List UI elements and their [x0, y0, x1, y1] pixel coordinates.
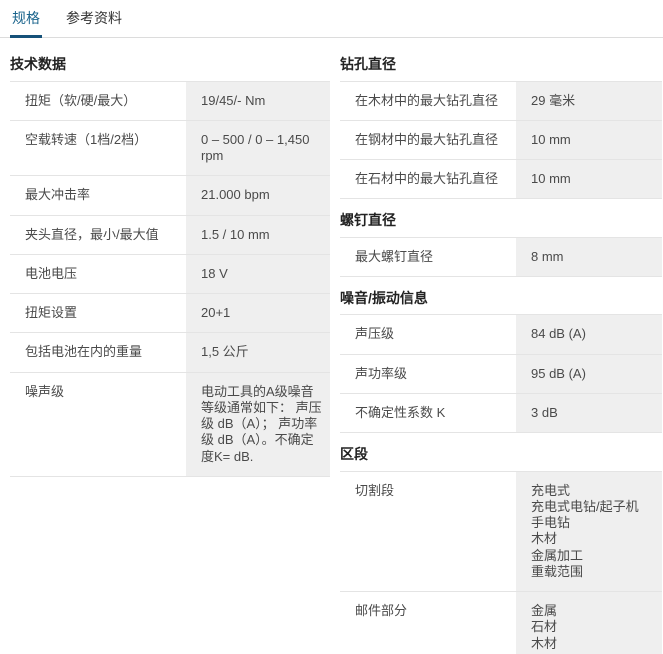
section-title: 钻孔直径: [340, 57, 662, 72]
spec-label: 噪声级: [10, 373, 186, 476]
spec-value: 19/45/- Nm: [186, 82, 330, 120]
section-title: 噪音/振动信息: [340, 291, 662, 306]
spec-value: 电动工具的A级噪音等级通常如下： 声压级 dB（A）； 声功率级 dB（A）。不…: [186, 373, 330, 476]
spec-value: 18 V: [186, 255, 330, 293]
spec-value-line: 金属加工: [531, 548, 654, 564]
spec-label: 邮件部分: [340, 592, 516, 654]
spec-label: 在石材中的最大钻孔直径: [340, 160, 516, 198]
spec-label: 在木材中的最大钻孔直径: [340, 82, 516, 120]
spec-value: 10 mm: [516, 160, 662, 198]
spec-value-line: 金属: [531, 603, 654, 619]
table-row: 声压级84 dB (A): [340, 314, 662, 353]
spec-value: 8 mm: [516, 238, 662, 276]
right-column: 钻孔直径在木材中的最大钻孔直径29 毫米在钢材中的最大钻孔直径10 mm在石材中…: [340, 57, 662, 654]
spec-content: 技术数据扭矩（软/硬/最大）19/45/- Nm空载转速（1档/2档）0 – 5…: [0, 38, 663, 654]
spec-value-line: 充电式电钻/起子机: [531, 499, 654, 515]
spec-label: 在钢材中的最大钻孔直径: [340, 121, 516, 159]
spec-label: 最大螺钉直径: [340, 238, 516, 276]
tab-bar: 规格参考资料: [0, 0, 663, 38]
spec-section: 噪音/振动信息声压级84 dB (A)声功率级95 dB (A)不确定性系数 K…: [340, 291, 662, 433]
spec-value-line: 手电钻: [531, 515, 654, 531]
spec-label: 声功率级: [340, 355, 516, 393]
table-row: 最大冲击率21.000 bpm: [10, 175, 330, 214]
spec-label: 空载转速（1档/2档）: [10, 121, 186, 176]
spec-value: 金属石材木材: [516, 592, 662, 654]
table-row: 在木材中的最大钻孔直径29 毫米: [340, 81, 662, 120]
spec-table: 切割段充电式充电式电钻/起子机手电钻木材金属加工重载范围邮件部分金属石材木材: [340, 471, 662, 654]
spec-value: 3 dB: [516, 394, 662, 432]
table-row: 空载转速（1档/2档）0 – 500 / 0 – 1,450 rpm: [10, 120, 330, 176]
spec-page: 规格参考资料 技术数据扭矩（软/硬/最大）19/45/- Nm空载转速（1档/2…: [0, 0, 663, 654]
table-row: 声功率级95 dB (A): [340, 354, 662, 393]
spec-value-line: 重载范围: [531, 564, 654, 580]
spec-table: 最大螺钉直径8 mm: [340, 237, 662, 277]
spec-label: 夹头直径，最小/最大值: [10, 216, 186, 254]
spec-label: 切割段: [340, 472, 516, 592]
table-row: 包括电池在内的重量1,5 公斤: [10, 332, 330, 371]
spec-table: 声压级84 dB (A)声功率级95 dB (A)不确定性系数 K3 dB: [340, 314, 662, 433]
spec-section: 区段切割段充电式充电式电钻/起子机手电钻木材金属加工重载范围邮件部分金属石材木材: [340, 447, 662, 654]
spec-value-line: 充电式: [531, 483, 654, 499]
section-title: 区段: [340, 447, 662, 462]
table-row: 在钢材中的最大钻孔直径10 mm: [340, 120, 662, 159]
spec-value: 29 毫米: [516, 82, 662, 120]
tab-specifications[interactable]: 规格: [10, 9, 42, 38]
spec-value: 21.000 bpm: [186, 176, 330, 214]
table-row: 电池电压18 V: [10, 254, 330, 293]
spec-label: 最大冲击率: [10, 176, 186, 214]
table-row: 在石材中的最大钻孔直径10 mm: [340, 159, 662, 198]
spec-section: 技术数据扭矩（软/硬/最大）19/45/- Nm空载转速（1档/2档）0 – 5…: [10, 57, 330, 477]
spec-label: 不确定性系数 K: [340, 394, 516, 432]
spec-table: 扭矩（软/硬/最大）19/45/- Nm空载转速（1档/2档）0 – 500 /…: [10, 81, 330, 477]
table-row: 噪声级电动工具的A级噪音等级通常如下： 声压级 dB（A）； 声功率级 dB（A…: [10, 372, 330, 476]
spec-value: 充电式充电式电钻/起子机手电钻木材金属加工重载范围: [516, 472, 662, 592]
table-row: 扭矩（软/硬/最大）19/45/- Nm: [10, 81, 330, 120]
spec-value-line: 木材: [531, 636, 654, 652]
table-row: 扭矩设置20+1: [10, 293, 330, 332]
left-column: 技术数据扭矩（软/硬/最大）19/45/- Nm空载转速（1档/2档）0 – 5…: [10, 57, 330, 654]
spec-value-line: 木材: [531, 531, 654, 547]
spec-value: 1.5 / 10 mm: [186, 216, 330, 254]
spec-table: 在木材中的最大钻孔直径29 毫米在钢材中的最大钻孔直径10 mm在石材中的最大钻…: [340, 81, 662, 200]
spec-value: 20+1: [186, 294, 330, 332]
spec-label: 电池电压: [10, 255, 186, 293]
spec-label: 扭矩设置: [10, 294, 186, 332]
spec-section: 螺钉直径最大螺钉直径8 mm: [340, 213, 662, 277]
table-row: 邮件部分金属石材木材: [340, 591, 662, 654]
spec-label: 包括电池在内的重量: [10, 333, 186, 371]
spec-value: 10 mm: [516, 121, 662, 159]
spec-value: 95 dB (A): [516, 355, 662, 393]
tab-reference-materials[interactable]: 参考资料: [64, 9, 124, 38]
spec-value: 0 – 500 / 0 – 1,450 rpm: [186, 121, 330, 176]
table-row: 夹头直径，最小/最大值1.5 / 10 mm: [10, 215, 330, 254]
table-row: 最大螺钉直径8 mm: [340, 237, 662, 276]
spec-value-line: 石材: [531, 619, 654, 635]
table-row: 不确定性系数 K3 dB: [340, 393, 662, 432]
section-title: 技术数据: [10, 57, 330, 72]
spec-section: 钻孔直径在木材中的最大钻孔直径29 毫米在钢材中的最大钻孔直径10 mm在石材中…: [340, 57, 662, 199]
table-row: 切割段充电式充电式电钻/起子机手电钻木材金属加工重载范围: [340, 471, 662, 592]
spec-value: 84 dB (A): [516, 315, 662, 353]
section-title: 螺钉直径: [340, 213, 662, 228]
spec-label: 声压级: [340, 315, 516, 353]
spec-value: 1,5 公斤: [186, 333, 330, 371]
spec-label: 扭矩（软/硬/最大）: [10, 82, 186, 120]
